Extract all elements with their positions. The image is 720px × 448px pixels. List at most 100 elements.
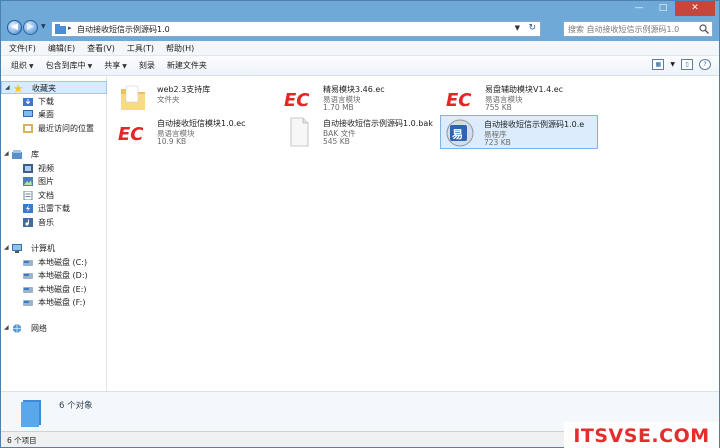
- e-program-icon: 易: [446, 119, 474, 147]
- menu-edit[interactable]: 编辑(E): [48, 43, 75, 54]
- breadcrumb[interactable]: 自动接收短信示例源码1.0: [77, 24, 170, 35]
- burn-button[interactable]: 刻录: [139, 60, 155, 71]
- command-bar: 组织 ▼ 包含到库中 ▼ 共享 ▼ 刻录 新建文件夹: [1, 56, 719, 76]
- preview-pane-icon[interactable]: ▯: [681, 59, 693, 70]
- expand-icon[interactable]: ◢: [5, 84, 10, 91]
- file-item[interactable]: EC 自动接收短信模块1.0.ec 易语言模块 10.9 KB: [114, 115, 272, 149]
- svg-text:EC: EC: [284, 90, 310, 111]
- folder-icon: [55, 24, 66, 34]
- drive-icon: [23, 260, 33, 266]
- search-icon[interactable]: [699, 24, 709, 34]
- file-size: 10.9 KB: [157, 137, 187, 146]
- nav-drive-f[interactable]: 本地磁盘 (F:): [1, 296, 107, 309]
- back-button[interactable]: ◀: [7, 20, 22, 35]
- navigation-pane: ◢ 收藏夹 下载 桌面 最近访问的位置 ◢ 库 视频 图片 文档 迅雷下载 音乐…: [1, 76, 107, 391]
- svg-text:EC: EC: [118, 124, 144, 145]
- nav-label: 网络: [31, 324, 47, 333]
- share-button[interactable]: 共享 ▼: [104, 60, 127, 71]
- include-in-library-button[interactable]: 包含到库中 ▼: [46, 60, 93, 71]
- file-size: 723 KB: [484, 138, 511, 147]
- nav-recent[interactable]: 最近访问的位置: [1, 122, 107, 135]
- menu-tools[interactable]: 工具(T): [127, 43, 154, 54]
- expand-icon[interactable]: ◢: [4, 150, 9, 157]
- desktop-icon: [23, 110, 33, 117]
- nav-desktop[interactable]: 桌面: [1, 108, 107, 121]
- window-controls: — □ ✕: [627, 1, 715, 17]
- ec-module-icon: EC: [446, 90, 472, 111]
- nav-computer[interactable]: ◢ 计算机: [1, 242, 107, 255]
- breadcrumb-separator[interactable]: ▸: [68, 24, 72, 32]
- drive-icon: [23, 300, 33, 306]
- file-item[interactable]: EC 易盘辅助模块V1.4.ec 易语言模块 755 KB: [442, 81, 600, 115]
- close-button[interactable]: ✕: [675, 1, 715, 16]
- watermark-logo: ITSVSE.COM: [564, 422, 719, 448]
- nav-thunder-downloads[interactable]: 迅雷下载: [1, 202, 107, 215]
- nav-label: 桌面: [38, 110, 54, 119]
- nav-libraries[interactable]: ◢ 库: [1, 148, 107, 161]
- nav-favorites[interactable]: ◢ 收藏夹: [1, 81, 107, 94]
- address-bar[interactable]: ▸ 自动接收短信示例源码1.0 ▼ ↻: [51, 21, 541, 37]
- help-icon[interactable]: ?: [699, 59, 711, 70]
- selection-count: 6 个对象: [59, 401, 93, 411]
- expand-icon[interactable]: ◢: [4, 324, 9, 331]
- title-bar: — □ ✕ ◀ ▶ ▼ ▸ 自动接收短信示例源码1.0 ▼ ↻ 搜索 自动接收短…: [1, 1, 719, 39]
- item-count: 6 个项目: [7, 436, 37, 445]
- content-area: ◢ 收藏夹 下载 桌面 最近访问的位置 ◢ 库 视频 图片 文档 迅雷下载 音乐…: [1, 76, 719, 391]
- expand-icon[interactable]: ◢: [4, 244, 9, 251]
- organize-label: 组织: [11, 61, 27, 70]
- nav-label: 迅雷下载: [38, 204, 70, 213]
- change-view-icon[interactable]: ▦: [652, 59, 665, 70]
- watermark-text: ITSVSE.COM: [573, 424, 710, 447]
- svg-text:EC: EC: [446, 90, 472, 111]
- nav-documents[interactable]: 文档: [1, 189, 107, 202]
- network-icon: [12, 324, 22, 333]
- pictures-icon: [23, 177, 33, 186]
- file-item[interactable]: EC 精易模块3.46.ec 易语言模块 1.70 MB: [280, 81, 438, 115]
- thunder-download-icon: [23, 204, 33, 213]
- nav-label: 计算机: [31, 244, 55, 253]
- organize-button[interactable]: 组织 ▼: [11, 60, 34, 71]
- computer-icon: [12, 244, 22, 253]
- downloads-icon: [23, 98, 33, 106]
- video-icon: [23, 164, 33, 173]
- include-in-library-label: 包含到库中: [45, 61, 86, 70]
- menu-help[interactable]: 帮助(H): [166, 43, 194, 54]
- file-list: web2.3支持库 文件夹 EC 精易模块3.46.ec 易语言模块 1.70 …: [108, 76, 719, 391]
- blank-file-icon: [290, 117, 309, 147]
- nav-network[interactable]: ◢ 网络: [1, 322, 107, 335]
- menu-view[interactable]: 查看(V): [87, 43, 115, 54]
- nav-videos[interactable]: 视频: [1, 162, 107, 175]
- recent-pages-dropdown[interactable]: ▼: [41, 23, 49, 33]
- file-item[interactable]: web2.3支持库 文件夹: [114, 81, 272, 115]
- library-icon: [12, 150, 22, 159]
- view-dropdown-icon[interactable]: ▼: [670, 61, 675, 68]
- nav-label: 本地磁盘 (E:): [38, 285, 87, 294]
- nav-drive-e[interactable]: 本地磁盘 (E:): [1, 283, 107, 296]
- maximize-button[interactable]: □: [651, 1, 675, 16]
- nav-label: 视频: [38, 164, 54, 173]
- forward-button[interactable]: ▶: [23, 20, 38, 35]
- ec-module-icon: EC: [284, 90, 310, 111]
- nav-label: 库: [31, 150, 39, 159]
- file-size: 755 KB: [485, 103, 512, 112]
- nav-downloads[interactable]: 下载: [1, 95, 107, 108]
- nav-pictures[interactable]: 图片: [1, 175, 107, 188]
- nav-drive-d[interactable]: 本地磁盘 (D:): [1, 269, 107, 282]
- drive-icon: [23, 273, 33, 279]
- search-input[interactable]: 搜索 自动接收短信示例源码1.0: [563, 21, 713, 37]
- address-dropdown-icon[interactable]: ▼: [515, 24, 520, 32]
- new-folder-button[interactable]: 新建文件夹: [167, 60, 207, 71]
- nav-label: 图片: [38, 177, 54, 186]
- nav-drive-c[interactable]: 本地磁盘 (C:): [1, 256, 107, 269]
- nav-music[interactable]: 音乐: [1, 216, 107, 229]
- file-size: 1.70 MB: [323, 103, 354, 112]
- file-item-selected[interactable]: 易 自动接收短信示例源码1.0.e 易程序 723 KB: [440, 115, 598, 149]
- minimize-button[interactable]: —: [627, 1, 651, 16]
- folder-icon: [121, 85, 145, 110]
- svg-text:易: 易: [452, 128, 463, 141]
- refresh-icon[interactable]: ↻: [528, 23, 536, 33]
- file-item[interactable]: 自动接收短信示例源码1.0.bak BAK 文件 545 KB: [280, 115, 438, 149]
- share-label: 共享: [104, 61, 121, 70]
- menu-file[interactable]: 文件(F): [9, 43, 36, 54]
- chevron-down-icon: ▼: [122, 63, 127, 70]
